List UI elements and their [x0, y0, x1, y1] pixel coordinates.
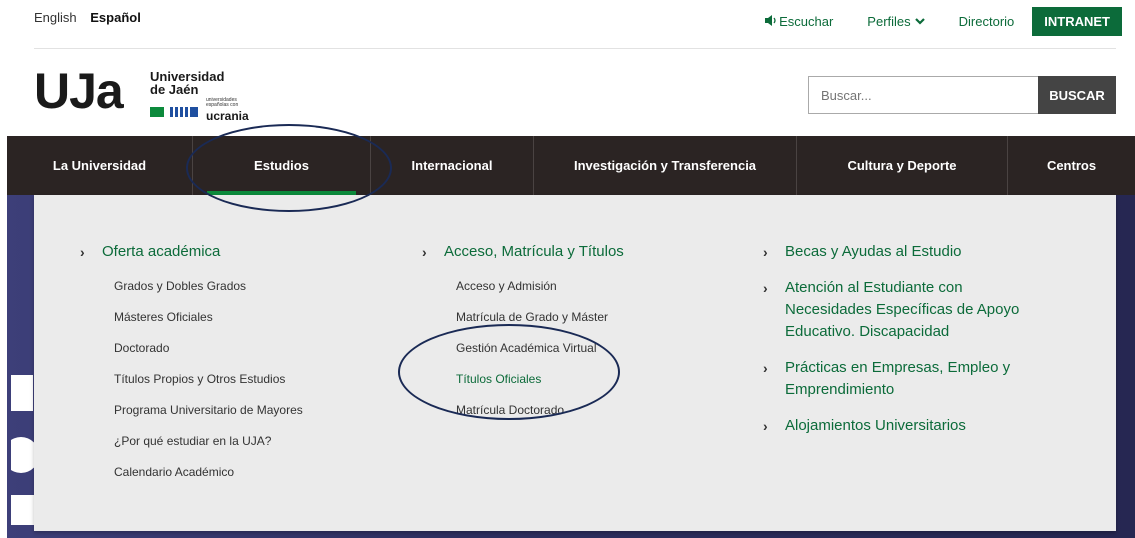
top-divider	[34, 48, 1116, 49]
menu-item[interactable]: Calendario Académico	[114, 457, 380, 488]
menu-link-label: Becas y Ayudas al Estudio	[785, 243, 962, 260]
lang-english[interactable]: English	[34, 10, 77, 25]
nav-investigacion[interactable]: Investigación y Transferencia	[534, 136, 797, 195]
logo-ukraine: ucrania	[206, 109, 249, 123]
menu-list-oferta: Grados y Dobles Grados Másteres Oficiale…	[80, 271, 380, 488]
menu-item[interactable]: ¿Por qué estudiar en la UJA?	[114, 426, 380, 457]
chevron-right-icon: ›	[763, 360, 768, 376]
menu-heading-acceso[interactable]: › Acceso, Matrícula y Títulos	[422, 241, 722, 263]
chevron-right-icon: ›	[763, 280, 768, 296]
nav-estudios[interactable]: Estudios	[193, 136, 371, 195]
chevron-right-icon: ›	[763, 244, 768, 260]
logo-university-name: Universidad de Jaén	[150, 70, 224, 96]
menu-column-acceso: › Acceso, Matrícula y Títulos Acceso y A…	[422, 241, 722, 426]
menu-item[interactable]: Títulos Propios y Otros Estudios	[114, 364, 380, 395]
menu-item[interactable]: Programa Universitario de Mayores	[114, 395, 380, 426]
menu-link-label: Prácticas en Empresas, Empleo y Emprendi…	[785, 359, 1011, 398]
menu-item[interactable]: Grados y Dobles Grados	[114, 271, 380, 302]
menu-item[interactable]: Acceso y Admisión	[456, 271, 722, 302]
menu-item[interactable]: Gestión Académica Virtual	[456, 333, 722, 364]
nav-internacional[interactable]: Internacional	[371, 136, 534, 195]
logo-bars-icon	[150, 107, 198, 117]
top-links: Escuchar Perfiles Directorio INTRANET	[765, 7, 1122, 36]
menu-list-acceso: Acceso y Admisión Matrícula de Grado y M…	[422, 271, 722, 426]
chevron-right-icon: ›	[80, 244, 85, 260]
listen-label: Escuchar	[779, 14, 834, 29]
directory-link[interactable]: Directorio	[959, 14, 1015, 29]
chevron-right-icon: ›	[763, 418, 768, 434]
logo-line2: de Jaén	[150, 82, 199, 97]
search-button[interactable]: BUSCAR	[1038, 76, 1116, 114]
menu-column-other: › Becas y Ayudas al Estudio › Atención a…	[763, 241, 1053, 451]
language-switcher: English Español	[34, 10, 151, 25]
menu-column-oferta: › Oferta académica Grados y Dobles Grado…	[80, 241, 380, 488]
search-bar: BUSCAR	[808, 76, 1116, 114]
menu-link-practicas[interactable]: › Prácticas en Empresas, Empleo y Empren…	[763, 357, 1053, 401]
menu-link-becas[interactable]: › Becas y Ayudas al Estudio	[763, 241, 1053, 263]
menu-item-titulos-oficiales[interactable]: Títulos Oficiales	[456, 364, 722, 395]
logo-small-text: universidades españolas con	[206, 97, 239, 108]
menu-link-alojamientos[interactable]: › Alojamientos Universitarios	[763, 415, 1053, 437]
menu-item[interactable]: Doctorado	[114, 333, 380, 364]
lang-spanish[interactable]: Español	[90, 10, 141, 25]
speaker-icon	[765, 14, 777, 29]
intranet-button[interactable]: INTRANET	[1032, 7, 1122, 36]
top-bar: English Español Escuchar Perfiles Direct…	[0, 0, 1135, 48]
main-nav: La Universidad Estudios Internacional In…	[7, 136, 1135, 195]
listen-link[interactable]: Escuchar	[765, 14, 833, 29]
menu-link-label: Alojamientos Universitarios	[785, 417, 966, 434]
menu-heading-label: Oferta académica	[102, 243, 221, 260]
chevron-down-icon	[914, 14, 925, 29]
menu-link-atencion[interactable]: › Atención al Estudiante con Necesidades…	[763, 277, 1053, 343]
uja-logo[interactable]: UJa Universidad de Jaén universidades es…	[34, 63, 274, 123]
menu-heading-oferta[interactable]: › Oferta académica	[80, 241, 380, 263]
menu-heading-label: Acceso, Matrícula y Títulos	[444, 243, 624, 260]
menu-item[interactable]: Matrícula Doctorado	[456, 395, 722, 426]
nav-la-universidad[interactable]: La Universidad	[7, 136, 193, 195]
nav-cultura-deporte[interactable]: Cultura y Deporte	[797, 136, 1008, 195]
estudios-dropdown-menu: › Oferta académica Grados y Dobles Grado…	[34, 195, 1116, 531]
menu-item[interactable]: Másteres Oficiales	[114, 302, 380, 333]
profiles-dropdown[interactable]: Perfiles	[867, 14, 925, 29]
nav-centros[interactable]: Centros	[1008, 136, 1135, 195]
profiles-label: Perfiles	[867, 14, 911, 29]
chevron-right-icon: ›	[422, 244, 427, 260]
menu-link-label: Atención al Estudiante con Necesidades E…	[785, 279, 1020, 340]
logo-mark: UJa	[34, 63, 124, 119]
search-input[interactable]	[808, 76, 1038, 114]
menu-item[interactable]: Matrícula de Grado y Máster	[456, 302, 722, 333]
